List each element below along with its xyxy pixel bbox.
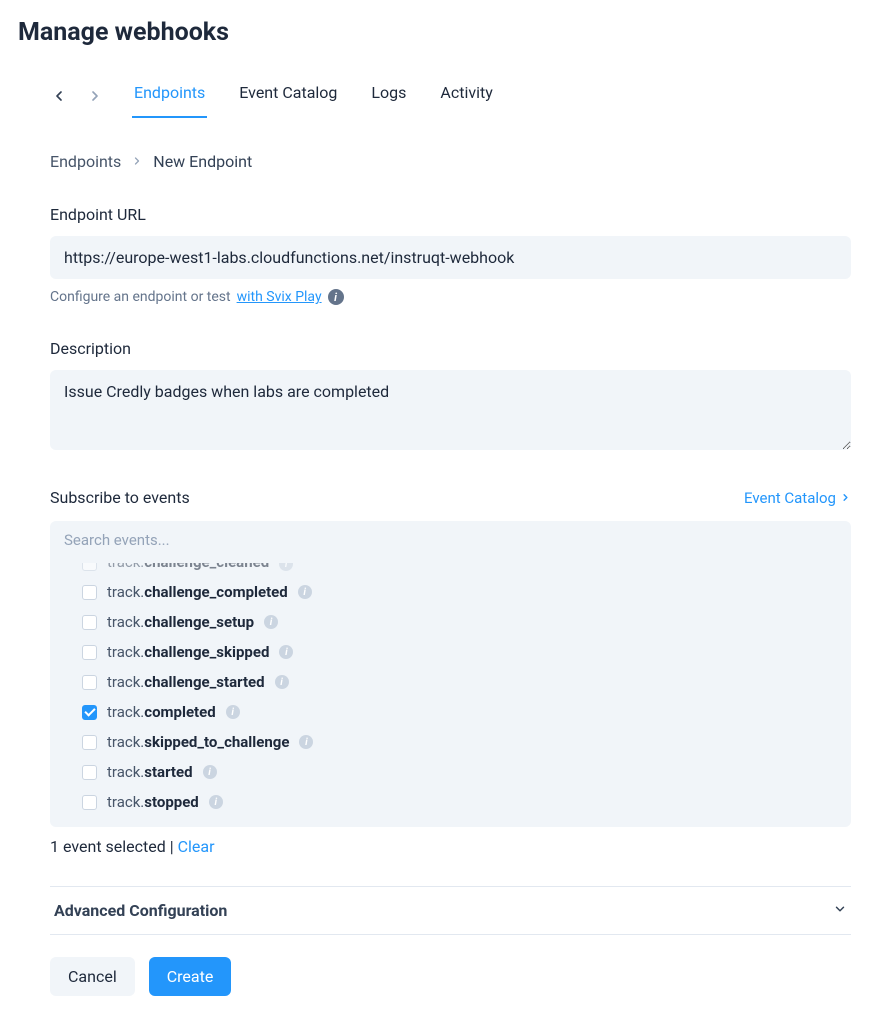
create-button[interactable]: Create [149,957,232,996]
svix-play-link[interactable]: with Svix Play [237,289,322,305]
chevron-down-icon [833,902,847,920]
clear-selection-link[interactable]: Clear [178,837,215,856]
selected-count: 1 event selected | [50,837,178,856]
event-row-completed[interactable]: track.completed i [50,697,851,727]
event-catalog-link-text: Event Catalog [744,489,836,507]
subscribe-label: Subscribe to events [50,488,190,507]
breadcrumb-current: New Endpoint [153,152,252,171]
url-label: Endpoint URL [50,205,851,224]
event-checkbox[interactable] [82,735,97,750]
event-checkbox[interactable] [82,615,97,630]
event-name: track.started [107,763,193,781]
selected-summary: 1 event selected | Clear [50,837,851,856]
event-name: track.challenge_skipped [107,643,269,661]
url-hint: Configure an endpoint or test with Svix … [50,289,851,305]
info-icon[interactable]: i [299,735,313,749]
event-checkbox[interactable] [82,675,97,690]
event-name: track.challenge_cleaned [107,563,269,571]
search-events-input[interactable] [50,521,851,559]
description-input[interactable]: Issue Credly badges when labs are comple… [50,370,851,450]
event-name: track.challenge_setup [107,613,254,631]
info-icon[interactable]: i [279,563,293,571]
tab-event-catalog[interactable]: Event Catalog [237,73,339,118]
event-name: track.completed [107,703,216,721]
event-row-started[interactable]: track.started i [50,757,851,787]
event-row-stopped[interactable]: track.stopped i [50,787,851,817]
forward-icon [86,87,104,105]
breadcrumb: Endpoints New Endpoint [50,152,851,171]
description-label: Description [50,339,851,358]
cancel-button[interactable]: Cancel [50,957,135,996]
info-icon[interactable]: i [298,585,312,599]
event-catalog-link[interactable]: Event Catalog [744,489,851,507]
event-name: track.challenge_started [107,673,265,691]
event-name: track.challenge_completed [107,583,288,601]
event-name: track.stopped [107,793,199,811]
event-row-challenge-setup[interactable]: track.challenge_setup i [50,607,851,637]
back-icon[interactable] [50,87,68,105]
event-row-challenge-cleaned[interactable]: track.challenge_cleaned i [50,563,851,577]
event-checkbox[interactable] [82,795,97,810]
chevron-right-icon [131,152,143,171]
tab-endpoints[interactable]: Endpoints [132,73,207,118]
event-row-challenge-completed[interactable]: track.challenge_completed i [50,577,851,607]
info-icon[interactable]: i [279,645,293,659]
events-list: track.challenge_cleaneditrack.challenge_… [50,559,851,827]
advanced-configuration-toggle[interactable]: Advanced Configuration [50,886,851,935]
info-icon[interactable]: i [209,795,223,809]
page-title: Manage webhooks [18,18,869,47]
info-icon[interactable]: i [328,289,344,305]
info-icon[interactable]: i [226,705,240,719]
breadcrumb-root[interactable]: Endpoints [50,152,121,171]
event-name: track.skipped_to_challenge [107,733,289,751]
event-checkbox[interactable] [82,765,97,780]
info-icon[interactable]: i [203,765,217,779]
event-checkbox[interactable] [82,585,97,600]
tab-activity[interactable]: Activity [438,73,494,118]
chevron-right-icon [840,492,851,503]
event-checkbox[interactable] [82,705,97,720]
event-row-challenge-started[interactable]: track.challenge_started i [50,667,851,697]
event-row-challenge-skipped[interactable]: track.challenge_skipped i [50,637,851,667]
info-icon[interactable]: i [275,675,289,689]
event-checkbox[interactable] [82,645,97,660]
tab-logs[interactable]: Logs [369,73,408,118]
advanced-title: Advanced Configuration [54,901,227,920]
event-checkbox[interactable] [82,563,97,571]
url-hint-text: Configure an endpoint or test [50,289,231,305]
info-icon[interactable]: i [264,615,278,629]
url-input[interactable] [50,236,851,279]
topbar: Endpoints Event Catalog Logs Activity [50,73,851,118]
tabs: Endpoints Event Catalog Logs Activity [132,73,495,118]
event-row-skipped-to-challenge[interactable]: track.skipped_to_challenge i [50,727,851,757]
